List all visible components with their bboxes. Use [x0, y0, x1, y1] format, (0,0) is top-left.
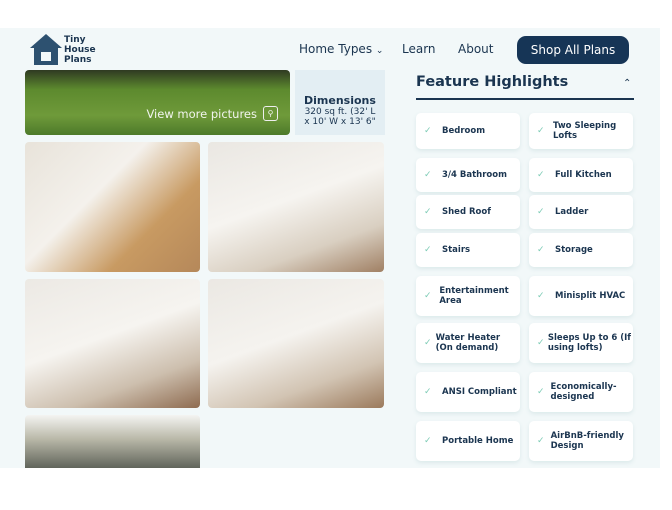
check-icon: ✓	[537, 436, 545, 446]
check-icon: ✓	[424, 387, 432, 397]
feature-card: ✓ 3/4 Bathroom	[416, 158, 520, 192]
feature-label: Entertainment Area	[439, 286, 509, 306]
gallery-photo[interactable]	[25, 279, 200, 408]
feature-label: Ladder	[555, 207, 589, 217]
shop-all-plans-button[interactable]: Shop All Plans	[517, 36, 629, 64]
zoom-search-icon: ⚲	[263, 106, 278, 121]
feature-card: ✓ ANSI Compliant	[416, 372, 520, 412]
nav-home-types[interactable]: Home Types ⌄	[299, 42, 383, 56]
feature-label: 3/4 Bathroom	[442, 170, 507, 180]
nav-label: Home Types	[299, 42, 373, 56]
nav-learn[interactable]: Learn	[402, 42, 436, 56]
feature-card: ✓ Economically-designed	[529, 372, 633, 412]
feature-label: Portable Home	[442, 436, 514, 446]
feature-card: ✓ Two Sleeping Lofts	[529, 113, 633, 149]
feature-card: ✓ AirBnB-friendly Design	[529, 421, 633, 461]
check-icon: ✓	[537, 207, 545, 217]
feature-label: Bedroom	[442, 126, 486, 136]
house-logo-icon	[30, 34, 62, 66]
feature-label: Water Heater (On demand)	[435, 333, 501, 353]
chevron-up-icon[interactable]: ⌃	[623, 78, 631, 89]
check-icon: ✓	[424, 436, 432, 446]
page: Tiny House Plans Home Types ⌄ Learn About …	[0, 28, 660, 468]
logo-text: Plans	[64, 55, 92, 65]
gallery-photo[interactable]	[208, 279, 384, 408]
check-icon: ✓	[537, 170, 545, 180]
feature-card: ✓ Storage	[529, 233, 633, 267]
feature-card: ✓ Shed Roof	[416, 195, 520, 229]
logo[interactable]: Tiny House Plans	[30, 34, 96, 66]
feature-card: ✓ Bedroom	[416, 113, 520, 149]
feature-card: ✓ Full Kitchen	[529, 158, 633, 192]
check-icon: ✓	[424, 245, 432, 255]
chevron-down-icon: ⌄	[375, 46, 384, 56]
feature-card: ✓ Sleeps Up to 6 (If using lofts)	[529, 323, 633, 363]
gallery-photo[interactable]	[208, 142, 384, 272]
check-icon: ✓	[537, 126, 545, 136]
gallery-photo[interactable]	[25, 415, 200, 468]
feature-label: ANSI Compliant	[442, 387, 517, 397]
check-icon: ✓	[424, 338, 432, 348]
check-icon: ✓	[537, 245, 545, 255]
feature-label: Storage	[555, 245, 593, 255]
divider	[416, 98, 634, 100]
feature-card: ✓ Minisplit HVAC	[529, 276, 633, 316]
check-icon: ✓	[537, 387, 545, 397]
check-icon: ✓	[424, 291, 432, 301]
check-icon: ✓	[424, 207, 432, 217]
feature-label: AirBnB-friendly Design	[550, 431, 624, 451]
dimensions-title: Dimensions	[304, 94, 376, 107]
dimensions-value: x 10' W x 13' 6"	[304, 117, 376, 127]
feature-label: Two Sleeping Lofts	[552, 121, 617, 141]
logo-text: House	[64, 45, 96, 55]
feature-card: ✓ Stairs	[416, 233, 520, 267]
dimensions-box: Dimensions 320 sq ft. (32' L x 10' W x 1…	[295, 70, 385, 135]
feature-highlights-title: Feature Highlights	[416, 74, 569, 90]
feature-label: Full Kitchen	[555, 170, 612, 180]
nav-about[interactable]: About	[458, 42, 493, 56]
feature-label: Minisplit HVAC	[555, 291, 626, 301]
view-more-label: View more pictures	[146, 106, 257, 121]
feature-card: ✓ Water Heater (On demand)	[416, 323, 520, 363]
view-more-pictures-link[interactable]: View more pictures ⚲	[146, 106, 278, 121]
dimensions-value: 320 sq ft. (32' L	[304, 107, 376, 117]
logo-text: Tiny	[64, 35, 86, 45]
check-icon: ✓	[424, 126, 432, 136]
feature-card: ✓ Entertainment Area	[416, 276, 520, 316]
check-icon: ✓	[424, 170, 432, 180]
gallery-photo[interactable]	[25, 142, 200, 272]
feature-label: Economically-designed	[550, 382, 617, 402]
feature-card: ✓ Ladder	[529, 195, 633, 229]
feature-label: Stairs	[442, 245, 471, 255]
feature-label: Sleeps Up to 6 (If using lofts)	[547, 333, 631, 353]
check-icon: ✓	[537, 291, 545, 301]
feature-card: ✓ Portable Home	[416, 421, 520, 461]
feature-label: Shed Roof	[442, 207, 491, 217]
hero-photo[interactable]: View more pictures ⚲	[25, 70, 290, 135]
check-icon: ✓	[537, 338, 545, 348]
